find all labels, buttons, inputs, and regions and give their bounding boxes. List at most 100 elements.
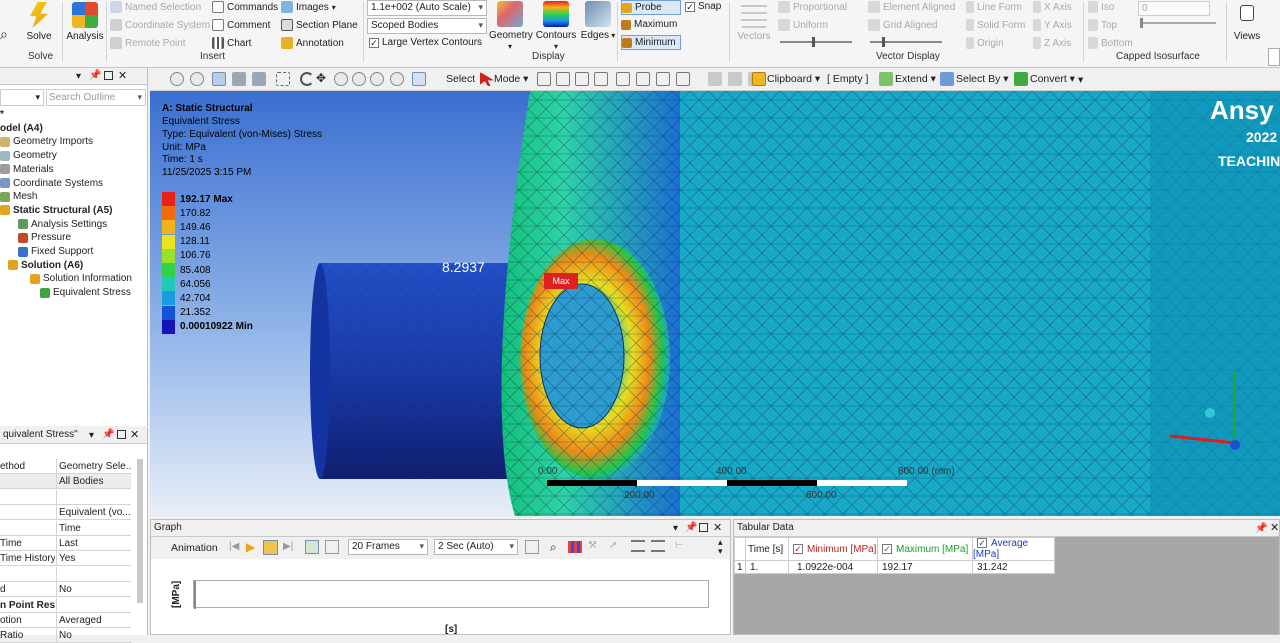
details-row[interactable]: Ratio No [0,628,131,643]
checkbox-checked-icon[interactable]: ✓ [882,543,892,554]
result-sets-icon[interactable] [325,540,339,554]
box-select-icon[interactable] [276,72,290,86]
x-axis-button[interactable]: X Axis [1033,1,1072,13]
proportional-button[interactable]: Proportional [778,1,847,13]
mode-dropdown[interactable]: Mode ▾ [494,73,528,85]
close-icon[interactable]: ✕ [118,69,127,82]
probe-button[interactable]: Probe [621,0,681,15]
cube-face-icon[interactable] [252,72,266,86]
outline-search-input[interactable]: Search Outline ▾ [46,89,146,106]
table-icon[interactable] [631,540,645,552]
select-label[interactable]: Select [446,73,475,85]
close-icon[interactable]: ✕ [130,428,139,441]
large-vertex-contours-toggle[interactable]: ✓ Large Vertex Contours [369,37,482,48]
details-row[interactable]: ethod Geometry Sele... [0,459,131,474]
forward-icon[interactable]: ▶| [283,541,293,552]
pin-icon[interactable]: 📌 [1255,523,1267,534]
solid-form-button[interactable]: Solid Form [966,19,1025,31]
ruler-icon[interactable] [728,72,742,86]
y-axis-button[interactable]: Y Axis [1033,19,1072,31]
grid-icon[interactable] [651,540,665,552]
graph-plot-area[interactable] [193,580,709,609]
cursor-icon[interactable]: ➚ [609,540,617,551]
uniform-button[interactable]: Uniform [778,19,828,31]
cube-select-icon[interactable] [212,72,226,86]
pan-icon[interactable]: ✥ [316,71,330,85]
close-icon[interactable]: ✕ [1270,521,1279,534]
label-icon[interactable] [708,72,722,86]
body-select-icon[interactable] [594,72,608,86]
minimum-button[interactable]: Minimum [621,35,681,50]
details-row[interactable]: n Point Results [0,597,131,613]
select-by-dropdown[interactable]: Select By ▾ [956,73,1009,85]
geometry-button[interactable]: Geometry ▾ [489,1,533,52]
graphics-viewport[interactable]: A: Static Structural Equivalent Stress Ty… [150,91,1280,516]
col-max-header[interactable]: ✓ Maximum [MPa] [877,537,973,561]
bottom-button[interactable]: Bottom [1088,37,1133,49]
origin-button[interactable]: Origin [966,37,1004,49]
remote-point-button[interactable]: Remote Point [110,37,186,49]
col-time-header[interactable]: Time [s] [745,537,789,561]
convert-icon[interactable] [1014,72,1028,86]
comment-button[interactable]: Comment [212,19,270,31]
tree-item[interactable]: Static Structural (A5) [0,204,112,217]
details-row[interactable]: otion Averaged [0,613,131,628]
rotate-icon[interactable] [300,72,314,86]
tree-item[interactable]: * [0,108,4,121]
plot-options-icon[interactable]: ⊢ [675,540,684,551]
dropdown-arrow-icon[interactable]: ▾ [673,523,678,534]
zoom-out-icon[interactable] [190,72,204,86]
zoom-icon[interactable] [334,72,348,86]
maximum-button[interactable]: Maximum [621,17,681,32]
section-plane-button[interactable]: Section Plane [281,19,358,31]
details-row[interactable]: Equivalent (vo... [0,505,131,521]
frames-dropdown[interactable]: 20 Frames [348,539,428,555]
outline-filter-dropdown[interactable]: ▾ [0,89,44,106]
images-button[interactable]: Images ▾ [281,1,336,13]
details-row[interactable]: Time History Yes [0,551,131,567]
vector-density-slider[interactable] [870,37,942,47]
tree-item[interactable]: Geometry Imports [0,135,93,148]
stop-icon[interactable] [263,540,278,555]
pin-icon[interactable]: 📌 [102,429,114,440]
search-icon[interactable]: ⌕ [0,26,8,43]
chart-bars-icon[interactable] [568,541,582,553]
annotation-button[interactable]: Annotation [281,37,344,49]
distributed-frames-icon[interactable] [305,540,319,554]
scale-dropdown[interactable]: 1.1e+002 (Auto Scale) [367,0,487,16]
export-video-icon[interactable] [525,540,539,554]
snap-toggle[interactable]: ✓ Snap [685,1,721,12]
edge-select-icon[interactable] [556,72,570,86]
maximize-icon[interactable] [117,430,126,439]
clipboard-icon[interactable] [752,72,766,86]
commands-button[interactable]: Commands [212,1,278,13]
zoom-fit-icon[interactable] [370,72,384,86]
zoom-box-icon[interactable] [352,72,366,86]
tree-item[interactable]: Geometry [0,149,57,162]
extend-dropdown[interactable]: Extend ▾ [895,73,936,85]
vectors-button[interactable]: Vectors [736,2,772,42]
table-row[interactable]: 1 1. 1.0922e-004 192.17 31.242 [734,560,1055,574]
magnifier-icon[interactable] [412,72,426,86]
chart-button[interactable]: Chart [212,37,251,49]
maximize-icon[interactable] [699,523,708,532]
mode-cursor-icon[interactable] [480,72,494,86]
wrench-icon[interactable]: ⚒ [588,540,597,551]
top-button[interactable]: Top [1088,19,1117,31]
iso-button[interactable]: Iso [1088,1,1114,13]
checkbox-checked-icon[interactable]: ✓ [977,538,987,548]
toolbar-overflow-icon[interactable]: ▾ [1078,74,1083,86]
edges-button[interactable]: Edges ▾ [580,1,616,41]
details-row[interactable]: Time Last [0,536,131,551]
pin-icon[interactable]: 📌 [685,522,697,533]
contours-button[interactable]: Contours ▾ [535,1,577,52]
vector-length-slider[interactable] [780,37,852,47]
coordinate-system-button[interactable]: Coordinate System [110,19,210,31]
tree-item[interactable]: Solution (A6) [8,259,83,272]
element-face-icon[interactable] [636,72,650,86]
select-by-icon[interactable] [940,72,954,86]
dropdown-arrow-icon[interactable]: ▾ [76,71,81,82]
tree-item[interactable]: Pressure [18,231,71,244]
details-row[interactable] [0,489,131,505]
close-icon[interactable]: ✕ [713,521,722,534]
